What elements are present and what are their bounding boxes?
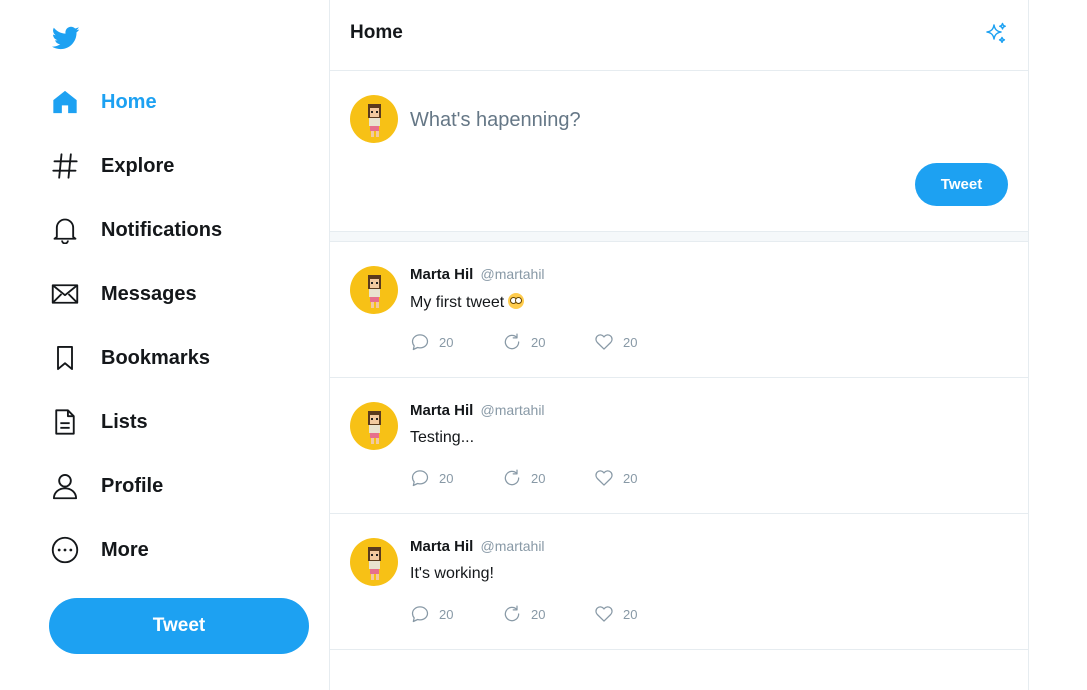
tweet-author-handle[interactable]: @martahil: [481, 266, 545, 282]
retweet-button[interactable]: 20: [502, 604, 594, 624]
tweet-header: Marta Hil @martahil: [410, 402, 545, 419]
retweet-count: 20: [531, 470, 546, 486]
compose-tweet-button[interactable]: Tweet: [915, 163, 1008, 206]
retweet-icon: [504, 333, 520, 350]
tweet-text: My first tweet: [410, 293, 525, 312]
retweet-icon: [504, 605, 520, 622]
twitter-bird-icon[interactable]: [50, 24, 82, 52]
retweet-button[interactable]: 20: [502, 332, 594, 352]
tweet-actions: 20 20 20: [410, 604, 686, 624]
sidebar-item-bookmarks[interactable]: Bookmarks: [50, 338, 310, 378]
tweet[interactable]: Marta Hil @martahil It's working! 20 20 …: [330, 514, 1028, 650]
tweet[interactable]: Marta Hil @martahil My first tweet 20 20…: [330, 242, 1028, 378]
more-circle-icon: [50, 535, 80, 565]
main-timeline: Home Tweet: [329, 0, 1029, 690]
tweet-author-handle[interactable]: @martahil: [481, 402, 545, 418]
main-header: Home: [330, 0, 1028, 71]
tweet-header: Marta Hil @martahil: [410, 266, 545, 283]
like-button[interactable]: 20: [594, 332, 686, 352]
sidebar-item-explore[interactable]: Explore: [50, 146, 310, 186]
avatar[interactable]: [350, 402, 398, 450]
like-count: 20: [623, 470, 638, 486]
reply-button[interactable]: 20: [410, 604, 502, 624]
bell-icon: [50, 215, 80, 245]
user-icon: [50, 471, 80, 501]
list-document-icon: [50, 407, 80, 437]
tweet-header: Marta Hil @martahil: [410, 538, 545, 555]
avatar[interactable]: [350, 95, 398, 143]
sidebar: Home Explore Notifications Messages Book…: [0, 0, 330, 690]
sidebar-item-notifications[interactable]: Notifications: [50, 210, 310, 250]
sidebar-item-label: Explore: [101, 154, 175, 177]
bookmark-icon: [50, 343, 80, 373]
like-count: 20: [623, 606, 638, 622]
heart-icon: [595, 470, 613, 486]
sidebar-item-label: Notifications: [101, 218, 223, 241]
reply-count: 20: [439, 334, 454, 350]
heart-icon: [595, 334, 613, 350]
section-divider: [330, 231, 1028, 242]
page-title: Home: [350, 22, 403, 43]
reply-count: 20: [439, 606, 454, 622]
retweet-count: 20: [531, 334, 546, 350]
tweet-author-name[interactable]: Marta Hil: [410, 266, 473, 283]
tweet-author-name[interactable]: Marta Hil: [410, 402, 473, 419]
sidebar-item-label: Profile: [101, 474, 164, 497]
smiling-face-emoji-icon: [508, 293, 525, 309]
like-count: 20: [623, 334, 638, 350]
avatar[interactable]: [350, 266, 398, 314]
sidebar-item-messages[interactable]: Messages: [50, 274, 310, 314]
reply-icon: [411, 334, 429, 351]
tweet-text: Testing...: [410, 429, 475, 446]
app: Home Explore Notifications Messages Book…: [0, 0, 1087, 690]
tweet-author-handle[interactable]: @martahil: [481, 538, 545, 554]
retweet-button[interactable]: 20: [502, 468, 594, 488]
hashtag-icon: [50, 151, 80, 181]
reply-icon: [411, 606, 429, 623]
like-button[interactable]: 20: [594, 604, 686, 624]
sidebar-item-label: More: [101, 538, 149, 561]
reply-button[interactable]: 20: [410, 468, 502, 488]
heart-icon: [595, 606, 613, 622]
tweet-actions: 20 20 20: [410, 468, 686, 488]
tweet-text-content: My first tweet: [410, 294, 505, 311]
home-icon: [50, 87, 80, 117]
sparkle-icon[interactable]: [984, 22, 1008, 46]
like-button[interactable]: 20: [594, 468, 686, 488]
sidebar-item-label: Home: [101, 90, 157, 113]
retweet-count: 20: [531, 606, 546, 622]
sidebar-item-lists[interactable]: Lists: [50, 402, 310, 442]
sidebar-item-profile[interactable]: Profile: [50, 466, 310, 506]
retweet-icon: [504, 469, 520, 486]
tweet[interactable]: Marta Hil @martahil Testing... 20 20 20: [330, 378, 1028, 514]
avatar[interactable]: [350, 538, 398, 586]
sidebar-item-label: Bookmarks: [101, 346, 210, 369]
tweet-composer: Tweet: [330, 71, 1028, 231]
sidebar-item-home[interactable]: Home: [50, 82, 310, 122]
compose-tweet-input[interactable]: [410, 105, 990, 135]
sidebar-item-label: Lists: [101, 410, 148, 433]
envelope-icon: [50, 279, 80, 309]
sidebar-item-label: Messages: [101, 282, 197, 305]
tweet-actions: 20 20 20: [410, 332, 686, 352]
tweet-text: It's working!: [410, 565, 494, 582]
sidebar-item-more[interactable]: More: [50, 530, 310, 570]
reply-button[interactable]: 20: [410, 332, 502, 352]
reply-icon: [411, 470, 429, 487]
reply-count: 20: [439, 470, 454, 486]
tweet-author-name[interactable]: Marta Hil: [410, 538, 473, 555]
sidebar-tweet-button[interactable]: Tweet: [49, 598, 309, 654]
